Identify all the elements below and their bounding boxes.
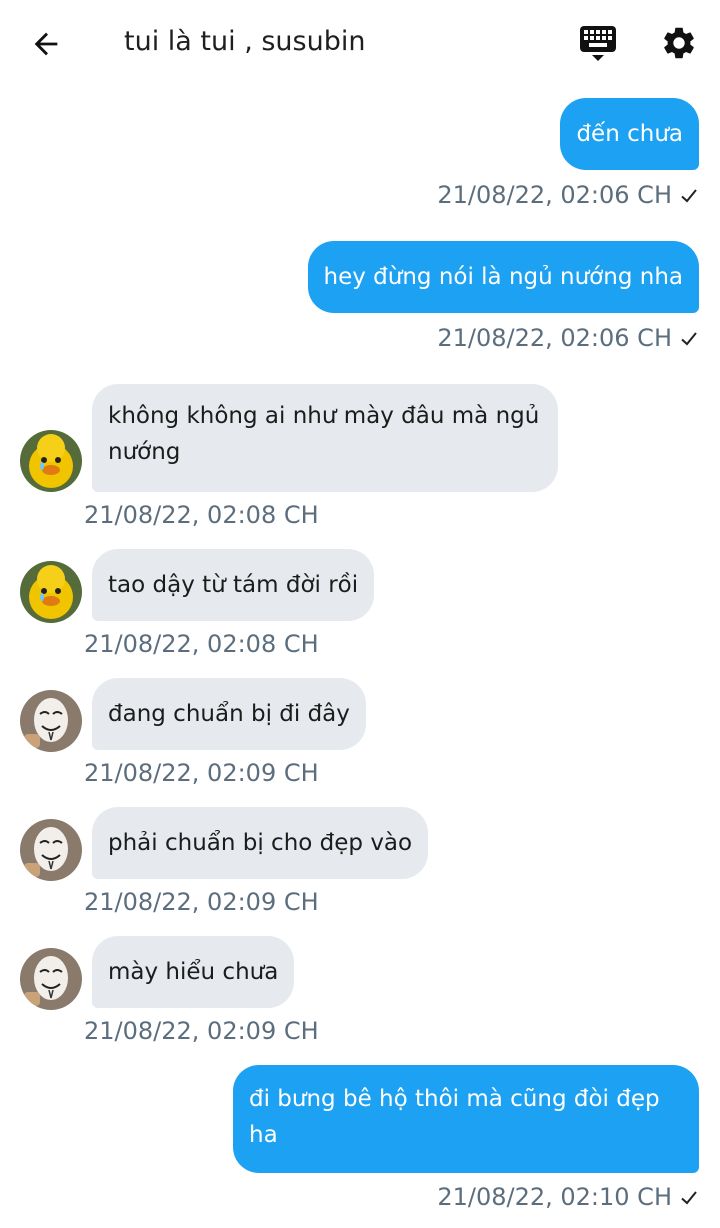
message-text: mày hiểu chưa xyxy=(108,959,279,985)
settings-button[interactable] xyxy=(658,22,700,64)
message-time: 21/08/22, 02:08 CH xyxy=(84,501,319,529)
message-meta: 21/08/22, 02:09 CH xyxy=(84,758,319,788)
message-bubble[interactable]: tao dậy từ tám đời rồi xyxy=(92,549,375,621)
message-bubble[interactable]: hey đừng nói là ngủ nướng nha xyxy=(307,241,699,313)
message-time: 21/08/22, 02:09 CH xyxy=(84,759,319,787)
message-text: đến chưa xyxy=(576,121,683,147)
message-bubble[interactable]: mày hiểu chưa xyxy=(92,936,295,1008)
message-time: 21/08/22, 02:06 CH xyxy=(437,181,672,209)
message-text: phải chuẩn bị cho đẹp vào xyxy=(108,830,413,856)
message-meta: 21/08/22, 02:10 CH xyxy=(437,1182,698,1213)
message-text: đang chuẩn bị đi đây xyxy=(108,701,350,727)
message-time: 21/08/22, 02:10 CH xyxy=(437,1183,672,1211)
message-meta: 21/08/22, 02:06 CH xyxy=(437,180,698,211)
duck-avatar[interactable] xyxy=(20,430,82,492)
message-meta: 21/08/22, 02:08 CH xyxy=(84,500,319,530)
mask-avatar[interactable] xyxy=(20,819,82,881)
message-meta: 21/08/22, 02:08 CH xyxy=(84,629,319,659)
message-text: không không ai như mày đâu mà ngủ nướng xyxy=(108,403,540,465)
checkmark-icon xyxy=(680,1183,698,1213)
message-text: đi bưng bê hộ thôi mà cũng đòi đẹp ha xyxy=(249,1086,660,1148)
message-time: 21/08/22, 02:08 CH xyxy=(84,630,319,658)
message-bubble[interactable]: đến chưa xyxy=(560,98,699,170)
message-text: hey đừng nói là ngủ nướng nha xyxy=(323,264,684,290)
message-bubble[interactable]: không không ai như mày đâu mà ngủ nướng xyxy=(92,384,558,492)
message-meta: 21/08/22, 02:06 CH xyxy=(437,323,698,354)
duck-avatar[interactable] xyxy=(20,561,82,623)
message-meta: 21/08/22, 02:09 CH xyxy=(84,887,319,917)
message-time: 21/08/22, 02:09 CH xyxy=(84,1017,319,1045)
checkmark-icon xyxy=(680,324,698,354)
arrow-left-icon xyxy=(34,32,58,56)
message-time: 21/08/22, 02:06 CH xyxy=(437,324,672,352)
message-bubble[interactable]: phải chuẩn bị cho đẹp vào xyxy=(92,807,429,879)
message-time: 21/08/22, 02:09 CH xyxy=(84,888,319,916)
message-text: tao dậy từ tám đời rồi xyxy=(108,572,359,598)
conversation-title: tui là tui , susubin xyxy=(124,26,366,57)
message-list[interactable]: đến chưa 21/08/22, 02:06 CH hey đừng nói… xyxy=(0,86,720,1228)
message-bubble[interactable]: đang chuẩn bị đi đây xyxy=(92,678,366,750)
checkmark-icon xyxy=(680,181,698,211)
message-meta: 21/08/22, 02:09 CH xyxy=(84,1016,319,1046)
keyboard-icon xyxy=(580,26,616,61)
gear-icon xyxy=(664,27,694,59)
chat-header: tui là tui , susubin xyxy=(0,0,720,86)
message-bubble[interactable]: đi bưng bê hộ thôi mà cũng đòi đẹp ha xyxy=(233,1065,699,1173)
keyboard-button[interactable] xyxy=(578,24,618,64)
mask-avatar[interactable] xyxy=(20,948,82,1010)
back-button[interactable] xyxy=(26,24,66,64)
mask-avatar[interactable] xyxy=(20,690,82,752)
